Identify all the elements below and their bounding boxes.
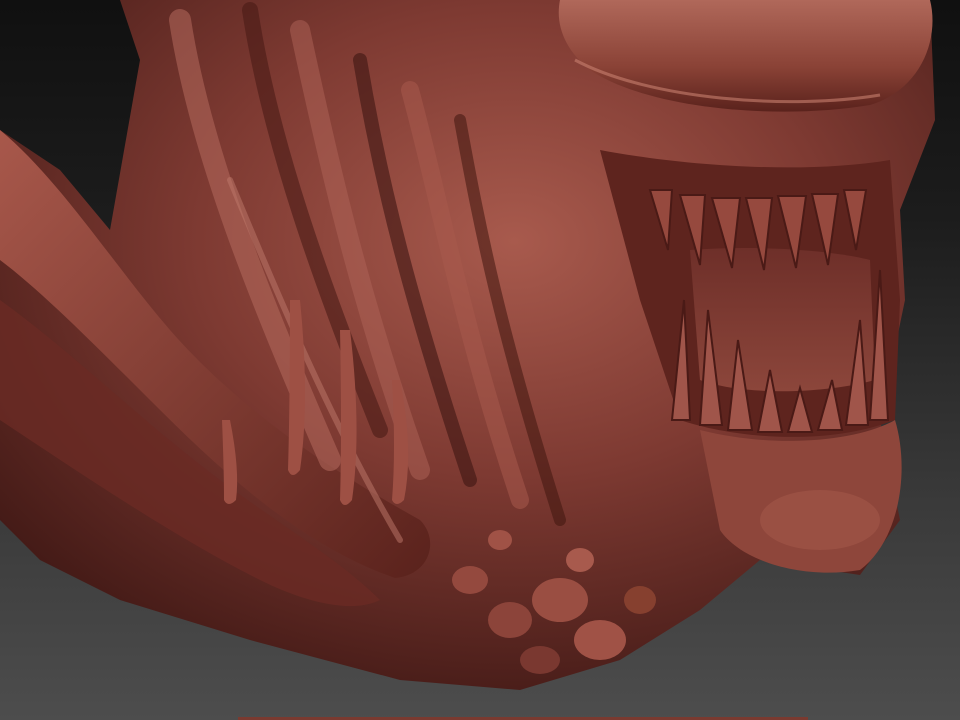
sculpt-viewport[interactable] [0,0,960,720]
sculpt-render [0,0,935,690]
